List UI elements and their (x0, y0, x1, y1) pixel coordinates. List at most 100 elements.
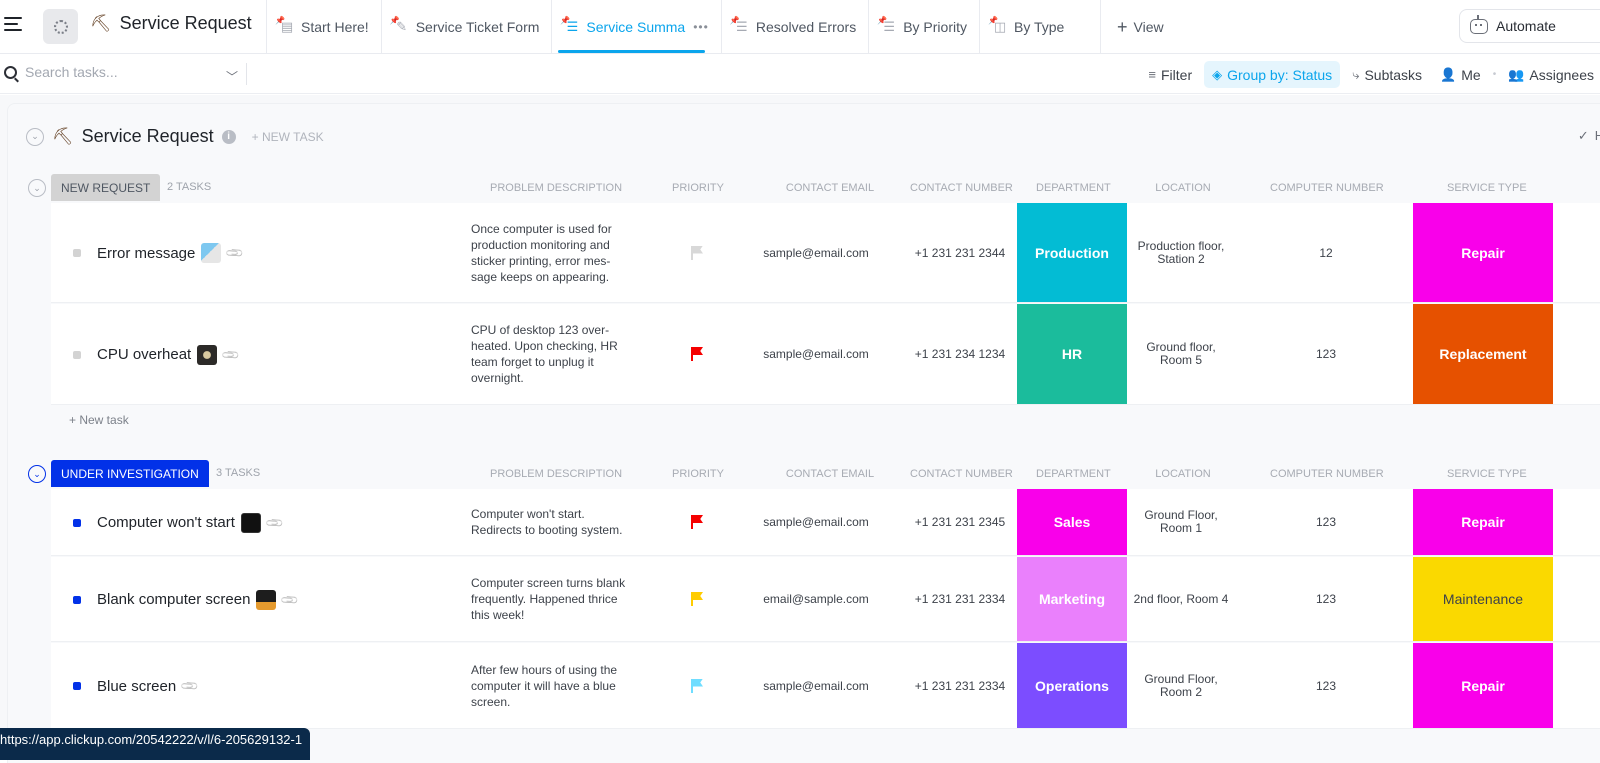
cpu-thumbnail[interactable] (197, 344, 218, 365)
column-header[interactable]: DEPARTMENT (1036, 468, 1111, 480)
paperclip-icon[interactable]: 📎 (225, 243, 245, 263)
me-button[interactable]: 👤 Me (1434, 61, 1487, 88)
collapse-toggle-icon[interactable]: ⌄ (28, 179, 46, 197)
computer-number[interactable]: 123 (1271, 489, 1381, 555)
service-type-badge[interactable]: Repair (1413, 643, 1553, 728)
task-name[interactable]: CPU overheat 📎 (97, 344, 241, 365)
column-header[interactable]: SERVICE TYPE (1447, 182, 1527, 194)
table-row[interactable]: Computer won't start 📎 Computer won't star… (51, 489, 1600, 556)
printer-thumbnail[interactable] (201, 243, 222, 263)
table-row[interactable]: Blue screen 📎 After few hours of using the… (51, 643, 1600, 729)
paperclip-icon[interactable]: 📎 (179, 676, 199, 696)
department-badge[interactable]: Sales (1017, 489, 1127, 555)
problem-description[interactable]: Once computer is used for production mon… (471, 203, 636, 302)
status-bullet[interactable] (73, 518, 81, 527)
computer-number[interactable]: 123 (1271, 304, 1381, 404)
tab-start-here[interactable]: 📌 ▤ Start Here! (266, 0, 381, 54)
contact-email[interactable]: email@sample.com (751, 557, 881, 641)
priority-cell[interactable] (681, 304, 713, 404)
terminal-thumbnail[interactable] (240, 512, 261, 533)
column-header[interactable]: LOCATION (1155, 468, 1211, 480)
status-bullet[interactable] (73, 682, 81, 690)
computer-number[interactable]: 123 (1271, 643, 1381, 728)
priority-cell[interactable] (681, 557, 713, 641)
add-task-button[interactable]: + New task (69, 413, 129, 427)
location[interactable]: Ground Floor, Room 2 (1131, 643, 1231, 728)
column-header[interactable]: PROBLEM DESCRIPTION (490, 182, 622, 194)
search-input[interactable]: Search tasks... ﹀ (4, 64, 244, 84)
column-header[interactable]: CONTACT NUMBER (910, 468, 1013, 480)
paperclip-icon[interactable]: 📎 (280, 589, 300, 609)
collapse-toggle-icon[interactable]: ⌄ (26, 127, 44, 146)
chevron-down-icon[interactable]: ﹀ (226, 68, 238, 85)
column-header[interactable]: LOCATION (1155, 182, 1211, 194)
location[interactable]: 2nd floor, Room 4 (1131, 557, 1231, 641)
tab-by-priority[interactable]: 📌 ☰ By Priority (868, 0, 979, 54)
column-header[interactable]: CONTACT EMAIL (785, 182, 875, 194)
contact-email[interactable]: sample@email.com (751, 203, 881, 302)
status-badge[interactable]: NEW REQUEST (51, 174, 161, 201)
department-badge[interactable]: HR (1017, 304, 1127, 404)
automate-button[interactable]: Automate (1459, 9, 1600, 43)
computer-number[interactable]: 123 (1271, 557, 1381, 641)
location[interactable]: Ground Floor, Room 1 (1131, 489, 1231, 555)
status-bullet[interactable] (73, 595, 81, 604)
task-name[interactable]: Error message 📎 (97, 243, 245, 263)
service-type-badge[interactable]: Repair (1413, 489, 1553, 555)
problem-description[interactable]: CPU of desktop 123 over-heated. Upon che… (471, 304, 636, 404)
column-header[interactable]: PROBLEM DESCRIPTION (490, 468, 622, 480)
filter-button[interactable]: ≡ Filter (1142, 61, 1198, 88)
service-type-badge[interactable]: Replacement (1413, 304, 1553, 404)
status-bullet[interactable] (73, 249, 81, 257)
hamburger-menu-icon[interactable] (4, 17, 24, 35)
column-header[interactable]: PRIORITY (672, 182, 724, 194)
paperclip-icon[interactable]: 📎 (264, 512, 284, 532)
department-badge[interactable]: Production (1017, 203, 1127, 302)
info-icon[interactable]: i (221, 129, 236, 144)
space-avatar-button[interactable] (43, 9, 78, 44)
contact-email[interactable]: sample@email.com (751, 643, 881, 728)
app-title[interactable]: ⛏ Service Request (90, 13, 252, 34)
status-badge[interactable]: UNDER INVESTIGATION (51, 460, 209, 487)
department-badge[interactable]: Marketing (1017, 557, 1127, 641)
column-header[interactable]: COMPUTER NUMBER (1270, 182, 1384, 194)
more-options-icon[interactable]: ••• (693, 20, 709, 34)
contact-number[interactable]: +1 231 234 1234 (901, 304, 1019, 404)
contact-number[interactable]: +1 231 231 2334 (901, 557, 1019, 641)
priority-cell[interactable] (681, 643, 713, 728)
column-header[interactable]: PRIORITY (672, 468, 724, 480)
column-header[interactable]: CONTACT NUMBER (910, 182, 1013, 194)
problem-description[interactable]: After few hours of using the computer it… (471, 643, 636, 728)
hide-closed-toggle[interactable]: ✓ Hi (1578, 128, 1600, 144)
collapse-toggle-icon[interactable]: ⌄ (28, 465, 46, 483)
assignees-button[interactable]: 👥 Assignees (1502, 61, 1600, 88)
tab-service-ticket-form[interactable]: 📌 ✎ Service Ticket Form (380, 0, 552, 54)
problem-description[interactable]: Computer screen turns blank frequently. … (471, 557, 636, 641)
group-by-button[interactable]: ◈ Group by: Status (1204, 61, 1341, 88)
contact-number[interactable]: +1 231 231 2344 (901, 203, 1019, 302)
laptop-thumbnail[interactable] (256, 589, 277, 610)
column-header[interactable]: COMPUTER NUMBER (1270, 468, 1384, 480)
department-badge[interactable]: Operations (1017, 643, 1127, 728)
subtasks-button[interactable]: ⤷ Subtasks (1346, 61, 1428, 88)
tab-service-summary[interactable]: 📌 ☰ Service Summa ••• (551, 0, 720, 54)
computer-number[interactable]: 12 (1271, 203, 1381, 302)
status-bullet[interactable] (73, 350, 81, 359)
task-name[interactable]: Blue screen 📎 (97, 676, 200, 696)
column-header[interactable]: SERVICE TYPE (1447, 468, 1527, 480)
paperclip-icon[interactable]: 📎 (220, 344, 240, 364)
task-name[interactable]: Computer won't start 📎 (97, 512, 285, 533)
location[interactable]: Ground floor, Room 5 (1131, 304, 1231, 404)
contact-number[interactable]: +1 231 231 2334 (901, 643, 1019, 728)
table-row[interactable]: Error message 📎 Once computer is used for … (51, 203, 1600, 303)
contact-email[interactable]: sample@email.com (751, 489, 881, 555)
task-name[interactable]: Blank computer screen 📎 (97, 589, 300, 610)
tab-by-type[interactable]: 📌 ◫ By Type (979, 0, 1076, 54)
priority-cell[interactable] (681, 203, 713, 302)
problem-description[interactable]: Computer won't start. Redirects to booti… (471, 489, 636, 555)
column-header[interactable]: CONTACT EMAIL (785, 468, 875, 480)
column-header[interactable]: DEPARTMENT (1036, 182, 1111, 194)
service-type-badge[interactable]: Maintenance (1413, 557, 1553, 641)
contact-number[interactable]: +1 231 231 2345 (901, 489, 1019, 555)
add-view-button[interactable]: + View (1100, 0, 1164, 54)
